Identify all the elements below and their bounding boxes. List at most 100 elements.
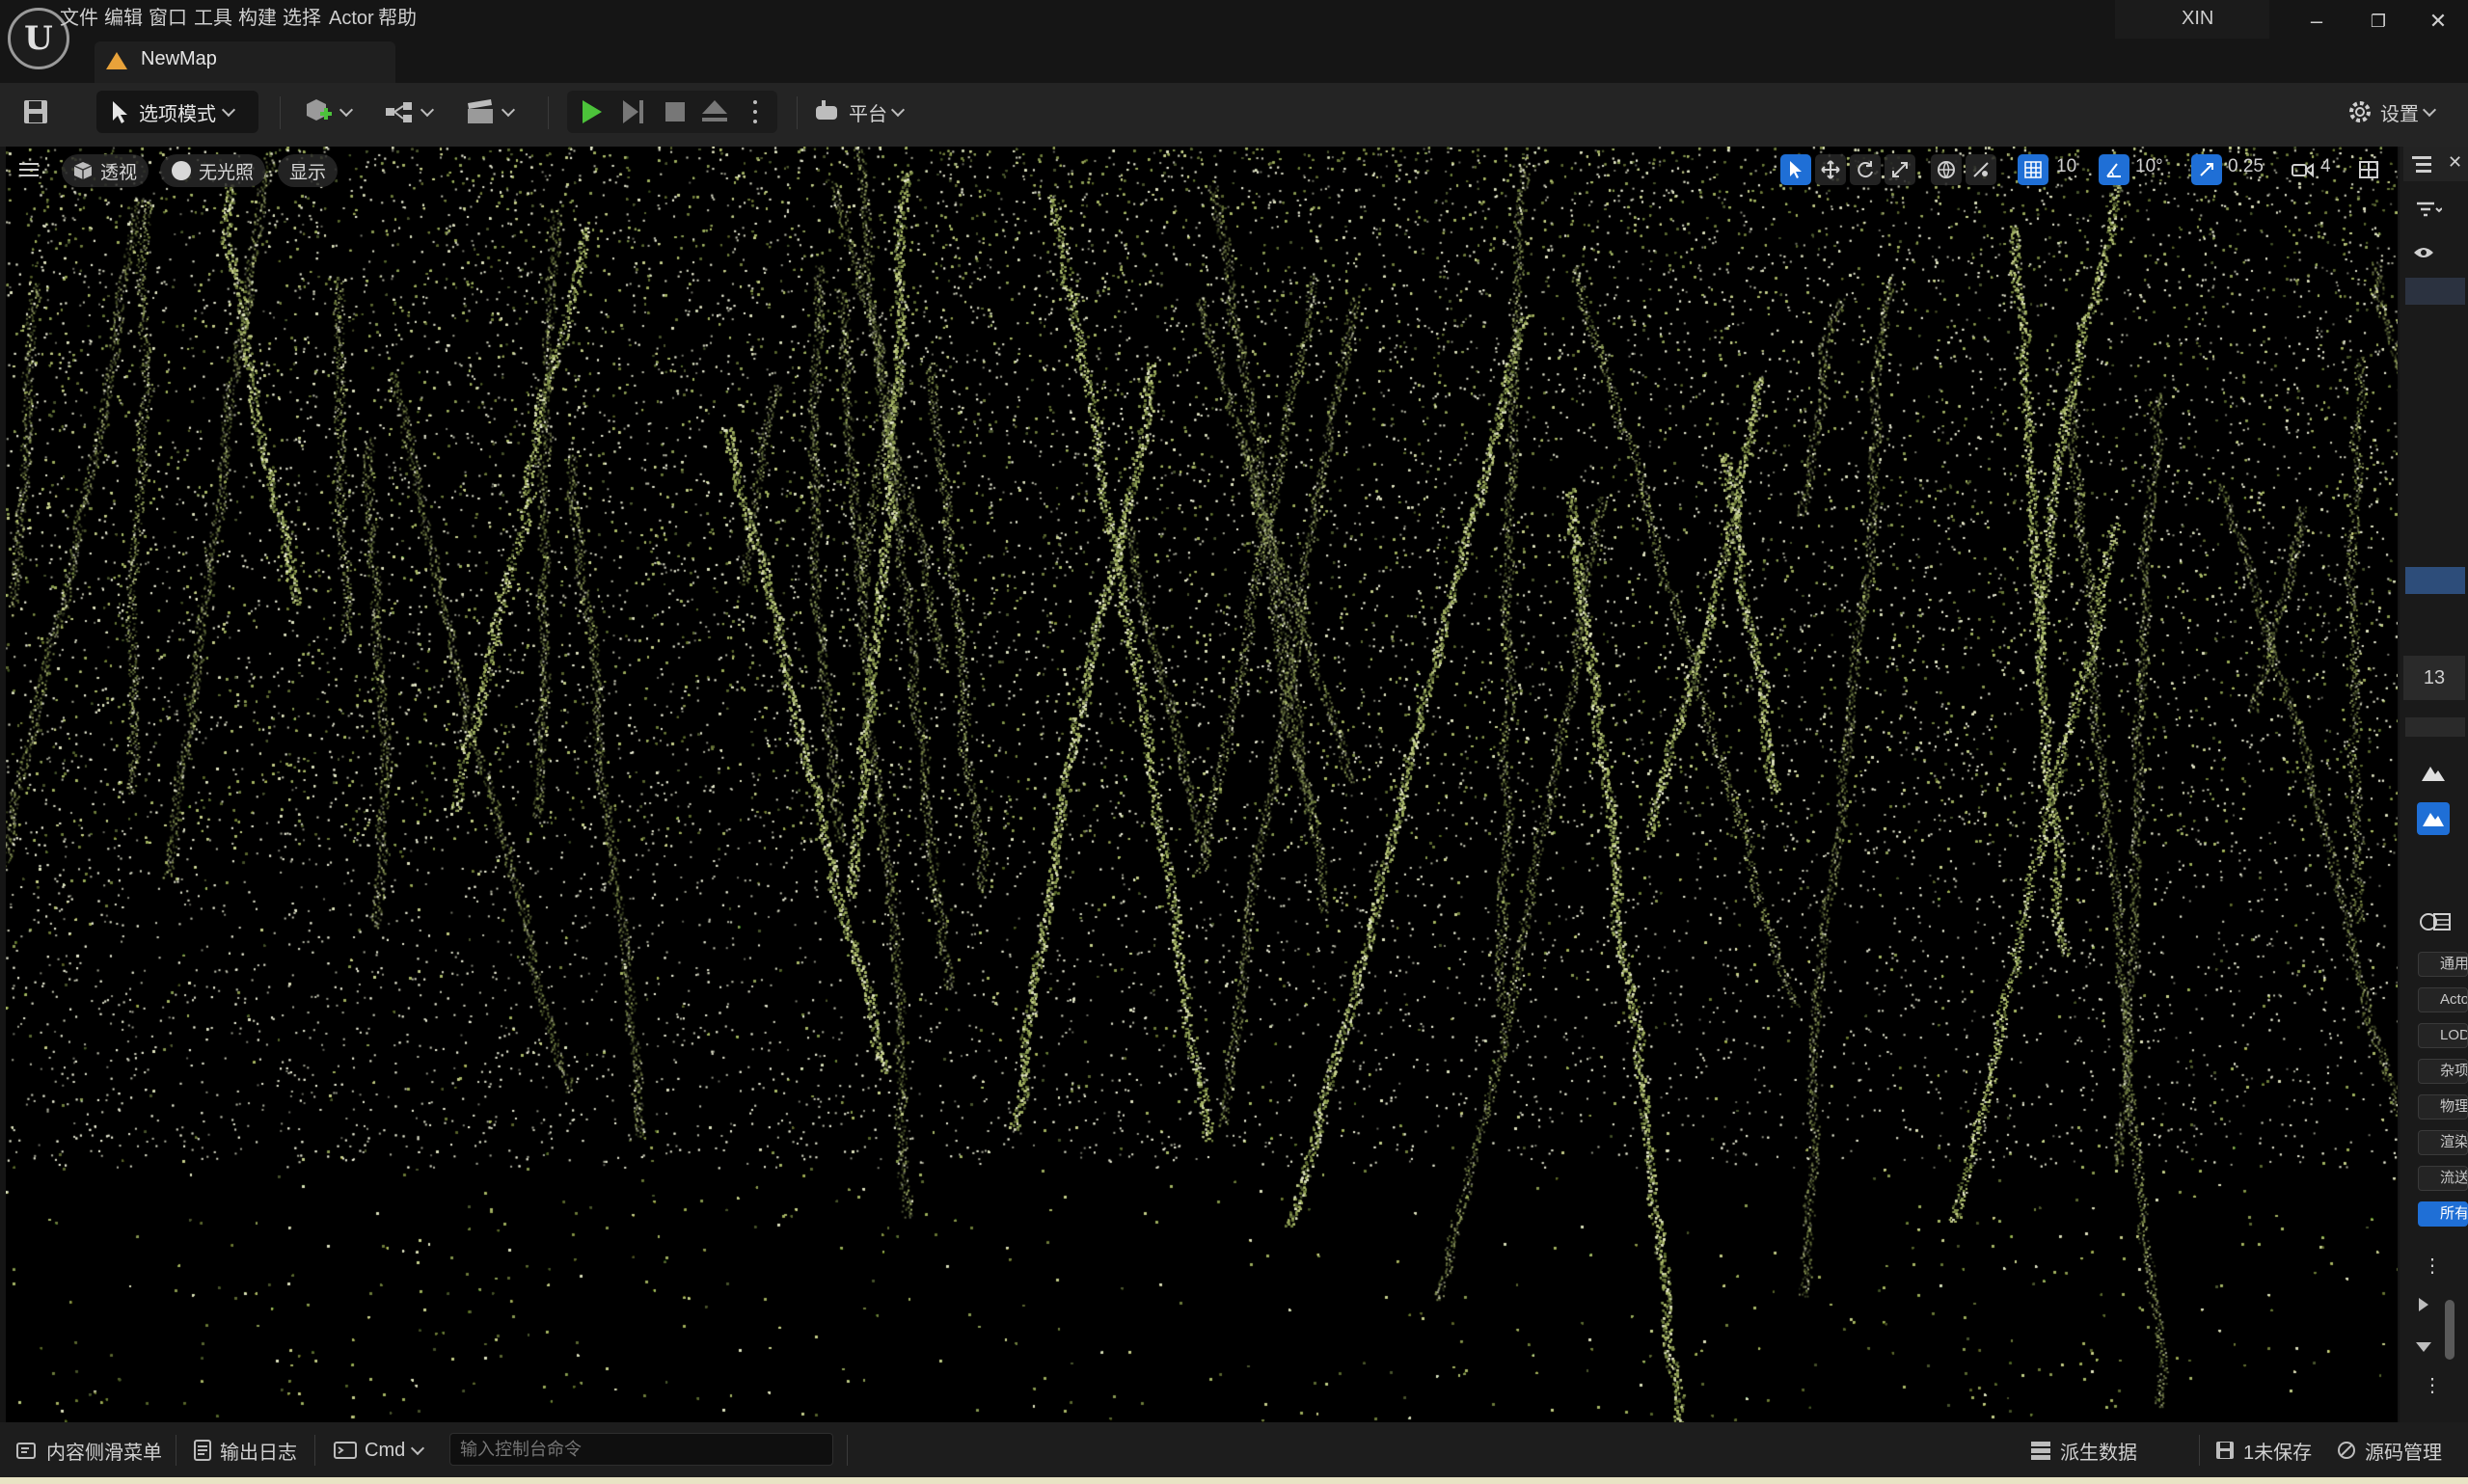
stop-icon[interactable] (665, 102, 685, 121)
menu-window[interactable]: 窗口 (149, 2, 187, 35)
category-actor[interactable]: Actor (2418, 987, 2468, 1012)
hamburger-icon (19, 163, 39, 176)
details-toolbar[interactable] (2405, 717, 2465, 737)
filter-icon (2417, 202, 2443, 217)
perspective-label: 透视 (100, 162, 138, 183)
more-options-icon[interactable]: ⋮ (2423, 1373, 2442, 1397)
landscape-active-button[interactable] (2417, 802, 2450, 835)
landscape-button[interactable] (2421, 762, 2446, 788)
world-icon (1938, 161, 1955, 179)
more-options-icon[interactable]: ⋮ (2423, 1254, 2442, 1278)
level-tab[interactable] (95, 41, 395, 83)
minimize-button[interactable]: – (2303, 8, 2330, 35)
save-icon (24, 100, 47, 123)
category-streaming[interactable]: 流送 (2418, 1166, 2468, 1191)
output-log-button[interactable]: 输出日志 (193, 1434, 297, 1467)
translate-mode-button[interactable] (1815, 154, 1846, 185)
viewport-menu-button[interactable] (14, 154, 44, 185)
settings-button[interactable]: 设置 (2346, 91, 2437, 133)
eject-bar-icon (702, 118, 727, 121)
platform-button[interactable]: 平台 (814, 91, 906, 133)
category-rendering[interactable]: 渲染 (2418, 1130, 2468, 1155)
select-mode-button[interactable] (1780, 154, 1811, 185)
play-icon[interactable] (583, 100, 602, 123)
derived-data-icon (2031, 1442, 2050, 1460)
surface-snap-button[interactable] (1966, 154, 1996, 185)
console-command-input[interactable] (449, 1433, 833, 1466)
status-divider (847, 1435, 848, 1466)
source-control-label: 源码管理 (2365, 1442, 2442, 1464)
derived-data-button[interactable]: 派生数据 (2029, 1434, 2137, 1467)
filter-button[interactable] (2415, 201, 2443, 225)
details-tab[interactable] (2419, 910, 2452, 938)
level-tab-label: NewMap (141, 48, 217, 69)
menu-select[interactable]: 选择 (283, 2, 321, 35)
scale-snap-value[interactable]: 0.25 (2228, 156, 2264, 177)
rotation-snap-value[interactable]: 10° (2135, 156, 2163, 177)
step-icon[interactable] (623, 100, 638, 123)
menu-tools[interactable]: 工具 (194, 2, 232, 35)
main-toolbar (0, 83, 2468, 147)
menu-file[interactable]: 文件 (60, 2, 98, 35)
unsaved-button[interactable]: 1未保存 (2214, 1434, 2312, 1467)
panel-close-icon[interactable]: ✕ (2448, 152, 2462, 173)
point-cloud-render[interactable] (6, 147, 2398, 1422)
outliner-count: 13 (2403, 656, 2465, 700)
output-log-label: 输出日志 (220, 1442, 297, 1464)
menu-build[interactable]: 构建 (238, 2, 277, 35)
menu-actor[interactable]: Actor (329, 2, 374, 35)
close-button[interactable]: ✕ (2425, 8, 2452, 35)
toolbar-divider (280, 96, 281, 129)
camera-speed-button[interactable] (2288, 154, 2319, 185)
camera-speed-value[interactable]: 4 (2320, 156, 2331, 177)
mode-select[interactable]: 选项模式 (96, 91, 258, 133)
play-options-button[interactable] (750, 98, 760, 125)
outliner-highlight-row[interactable] (2405, 567, 2465, 594)
eject-icon[interactable] (702, 100, 727, 114)
menu-help[interactable]: 帮助 (378, 2, 417, 35)
category-misc[interactable]: 杂项 (2418, 1059, 2468, 1084)
lighting-mode-button[interactable]: 无光照 (160, 154, 266, 187)
collapse-arrow-icon[interactable] (2416, 1342, 2431, 1352)
rotation-snap-toggle[interactable] (2099, 154, 2129, 185)
scale-mode-button[interactable] (1885, 154, 1915, 185)
content-drawer-icon (16, 1443, 36, 1459)
grid-snap-value[interactable]: 10 (2056, 156, 2076, 177)
restore-button[interactable]: ❐ (2365, 8, 2392, 35)
cinematics-icon (468, 99, 493, 123)
category-lod[interactable]: LOD (2418, 1023, 2468, 1048)
mountain-icon (2422, 767, 2445, 781)
perspective-button[interactable]: 透视 (62, 154, 149, 187)
settings-label: 设置 (2380, 103, 2419, 125)
expand-arrow-icon[interactable] (2419, 1298, 2428, 1311)
perspective-cube-icon (73, 162, 93, 179)
content-drawer-button[interactable]: 内容侧滑菜单 (15, 1434, 162, 1467)
outliner-selected-row[interactable] (2405, 278, 2465, 305)
cmd-select[interactable]: Cmd (334, 1434, 425, 1467)
content-drawer-label: 内容侧滑菜单 (46, 1442, 162, 1464)
add-actor-button[interactable] (303, 91, 354, 133)
chevron-down-icon (411, 1441, 425, 1455)
level-viewport[interactable] (6, 147, 2398, 1422)
menu-edit[interactable]: 编辑 (104, 2, 143, 35)
category-all[interactable]: 所有 (2418, 1201, 2468, 1227)
camera-icon (2292, 163, 2314, 178)
outliner-list-icon (2412, 156, 2431, 173)
cinematics-button[interactable] (465, 91, 516, 133)
grid-snap-toggle[interactable] (2018, 154, 2048, 185)
outliner-tab[interactable] (2411, 154, 2432, 178)
world-local-button[interactable] (1931, 154, 1962, 185)
grid-icon (2024, 161, 2042, 178)
rotate-mode-button[interactable] (1850, 154, 1881, 185)
category-general[interactable]: 通用 (2418, 952, 2468, 977)
details-scrollbar[interactable] (2445, 1300, 2454, 1360)
scale-snap-toggle[interactable] (2191, 154, 2222, 185)
viewport-layout-button[interactable] (2353, 154, 2384, 185)
save-button[interactable] (21, 91, 50, 133)
category-physics[interactable]: 物理 (2418, 1094, 2468, 1120)
show-button[interactable]: 显示 (278, 154, 339, 187)
visibility-toggle[interactable] (2413, 245, 2434, 265)
source-control-button[interactable]: 源码管理 (2336, 1434, 2442, 1467)
unsaved-label: 1未保存 (2243, 1442, 2313, 1464)
blueprint-button[interactable] (384, 91, 435, 133)
